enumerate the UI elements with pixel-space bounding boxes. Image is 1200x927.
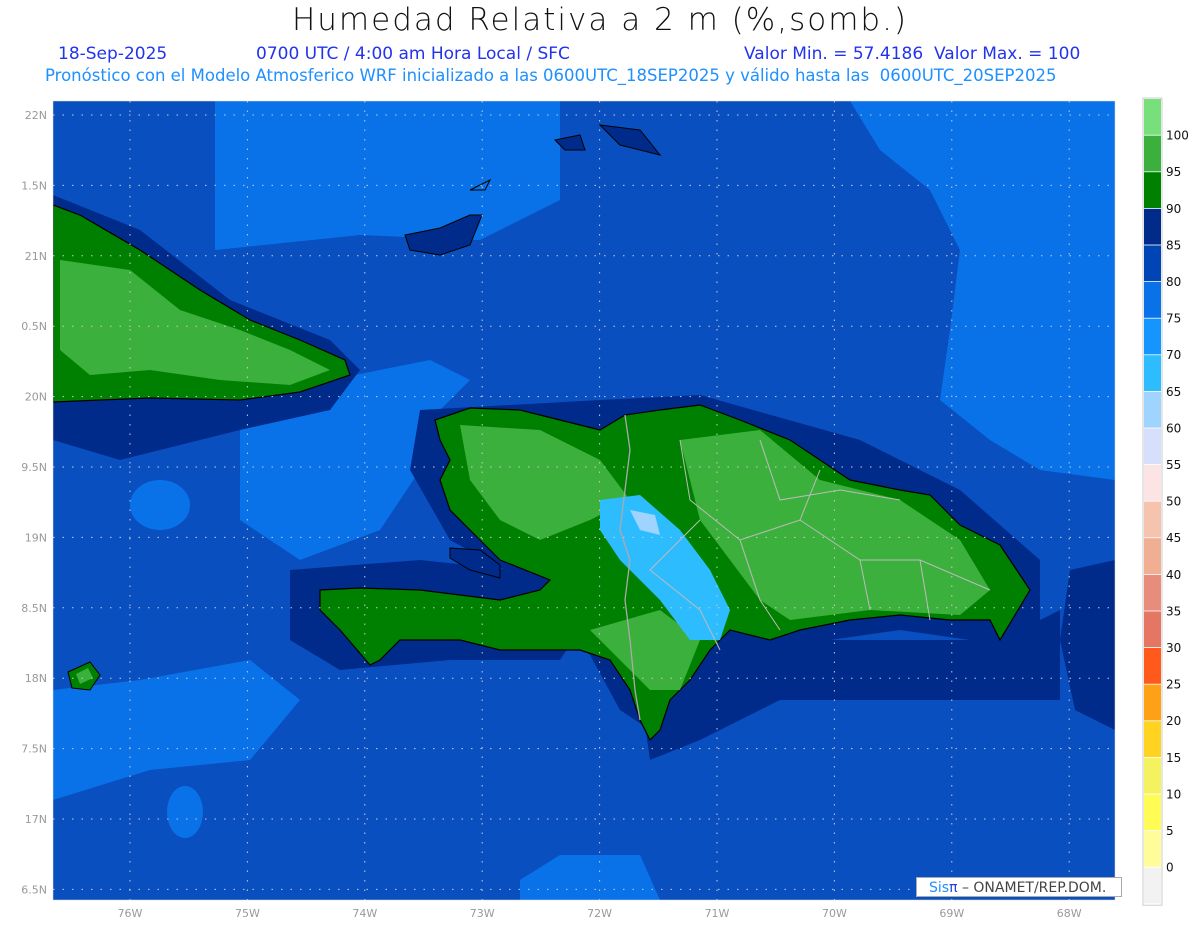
legend-swatch (1144, 648, 1161, 684)
legend-label: 60 (1166, 421, 1181, 435)
lon-label: 74W (352, 907, 377, 920)
legend-label: 90 (1166, 202, 1181, 216)
legend-swatch (1144, 99, 1161, 135)
legend-swatch (1144, 355, 1161, 391)
min-max-values: Valor Min. = 57.4186 Valor Max. = 100 (744, 44, 1081, 64)
lon-label: 69W (939, 907, 964, 920)
map-title: Humedad Relativa a 2 m (%,somb.) (291, 2, 909, 38)
legend-label: 70 (1166, 348, 1181, 362)
humidity-map: 22N 1.5N 21N 0.5N 20N 9.5N 19N 8.5N 18N 7.5N 17N 6.… (21, 97, 1189, 920)
legend-swatch (1144, 721, 1161, 757)
legend-swatch (1144, 574, 1161, 611)
legend-swatch (1144, 867, 1161, 904)
legend-swatch (1144, 831, 1161, 867)
legend-swatch (1144, 318, 1161, 355)
credit-org: – ONAMET/REP.DOM. (957, 880, 1107, 896)
legend-label: 5 (1166, 824, 1174, 838)
legend-swatch (1144, 794, 1161, 831)
lat-label: 0.5N (21, 320, 47, 333)
legend-label: 25 (1166, 678, 1181, 692)
light-region-patch (130, 480, 190, 530)
forecast-date: 18-Sep-2025 (58, 44, 168, 64)
forecast-time: 0700 UTC / 4:00 am Hora Local / SFC (256, 44, 570, 64)
lat-label: 6.5N (21, 883, 47, 896)
credit-sis: Sis (929, 880, 950, 896)
legend-swatch (1144, 282, 1161, 318)
lat-label: 19N (25, 531, 47, 544)
legend-label: 80 (1166, 275, 1181, 289)
lon-label: 72W (587, 907, 612, 920)
lon-label: 73W (470, 907, 495, 920)
legend-label: 10 (1166, 787, 1181, 801)
color-legend: 1009590858075706560555045403530252015105… (1142, 97, 1189, 906)
credit-pi-logo: π (949, 880, 958, 896)
lat-label: 1.5N (21, 179, 47, 192)
legend-swatch (1144, 135, 1161, 172)
lat-label: 17N (25, 813, 47, 826)
legend-swatch (1144, 428, 1161, 465)
lat-label: 7.5N (21, 743, 47, 756)
legend-swatch (1144, 172, 1161, 208)
map-field (53, 101, 1115, 900)
legend-swatch (1144, 245, 1161, 282)
legend-label: 95 (1166, 165, 1181, 179)
legend-swatch (1144, 208, 1161, 245)
lat-label: 8.5N (21, 602, 47, 615)
legend-label: 0 (1166, 861, 1174, 875)
lat-label: 9.5N (21, 461, 47, 474)
legend-label: 40 (1166, 568, 1181, 582)
light-region-patch (167, 786, 203, 838)
legend-label: 100 (1166, 129, 1189, 143)
legend-label: 20 (1166, 714, 1181, 728)
legend-label: 55 (1166, 458, 1181, 472)
legend-swatch (1144, 757, 1161, 794)
legend-swatch (1144, 501, 1161, 538)
lon-label: 71W (705, 907, 730, 920)
lat-label: 21N (25, 250, 47, 263)
legend-label: 65 (1166, 385, 1181, 399)
legend-label: 85 (1166, 238, 1181, 252)
legend-label: 15 (1166, 751, 1181, 765)
lat-label: 20N (25, 391, 47, 404)
legend-swatch (1144, 684, 1161, 721)
longitude-labels: 76W 75W 74W 73W 72W 71W 70W 69W 68W (118, 907, 1082, 920)
legend-label: 45 (1166, 531, 1181, 545)
lon-label: 75W (235, 907, 260, 920)
lon-label: 68W (1057, 907, 1082, 920)
legend-label: 75 (1166, 312, 1181, 326)
legend-label: 35 (1166, 604, 1181, 618)
legend-swatch (1144, 465, 1161, 501)
legend-swatch (1144, 538, 1161, 574)
legend-swatch (1144, 611, 1161, 648)
legend-label: 50 (1166, 495, 1181, 509)
lon-label: 76W (118, 907, 143, 920)
legend-swatch (1144, 391, 1161, 428)
lon-label: 70W (822, 907, 847, 920)
credit-box: Sisπ – ONAMET/REP.DOM. (916, 877, 1122, 897)
lat-label: 22N (25, 109, 47, 122)
lat-label: 18N (25, 672, 47, 685)
model-info: Pronóstico con el Modelo Atmosferico WRF… (45, 66, 1057, 85)
legend-label: 30 (1166, 641, 1181, 655)
latitude-labels: 22N 1.5N 21N 0.5N 20N 9.5N 19N 8.5N 18N 7.5N 17N 6.… (21, 109, 47, 896)
